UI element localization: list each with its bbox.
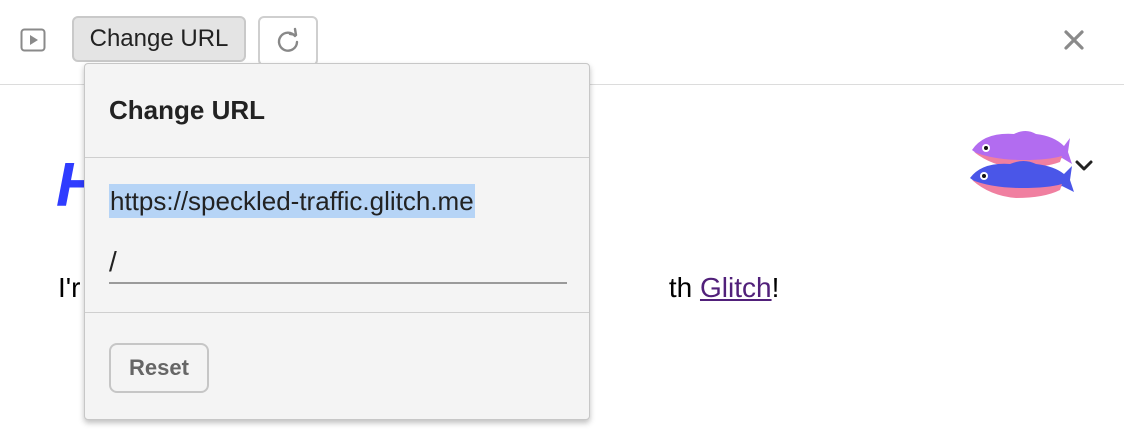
text-before-link: th (668, 272, 700, 303)
close-icon (1064, 30, 1084, 50)
glitch-link[interactable]: Glitch (700, 272, 772, 303)
close-button[interactable] (1060, 26, 1088, 54)
change-url-popover: Change URL https://speckled-traffic.glit… (84, 63, 590, 420)
popover-body: https://speckled-traffic.glitch.me (85, 158, 589, 313)
reset-label: Reset (129, 355, 189, 380)
play-icon[interactable] (20, 27, 46, 53)
text-after-link: ! (771, 272, 780, 303)
chevron-down-icon[interactable] (1074, 158, 1094, 174)
popover-header: Change URL (85, 64, 589, 158)
refresh-icon (277, 27, 299, 52)
refresh-button[interactable] (258, 16, 318, 66)
change-url-button[interactable]: Change URL (72, 16, 246, 62)
text-start: I'r (58, 272, 81, 303)
domain-text[interactable]: https://speckled-traffic.glitch.me (109, 184, 475, 218)
path-input[interactable] (109, 242, 567, 284)
glitch-fish-logo[interactable] (964, 126, 1074, 202)
popover-footer: Reset (85, 313, 589, 419)
popover-title: Change URL (109, 95, 265, 125)
reset-button[interactable]: Reset (109, 343, 209, 393)
change-url-label: Change URL (89, 25, 229, 52)
